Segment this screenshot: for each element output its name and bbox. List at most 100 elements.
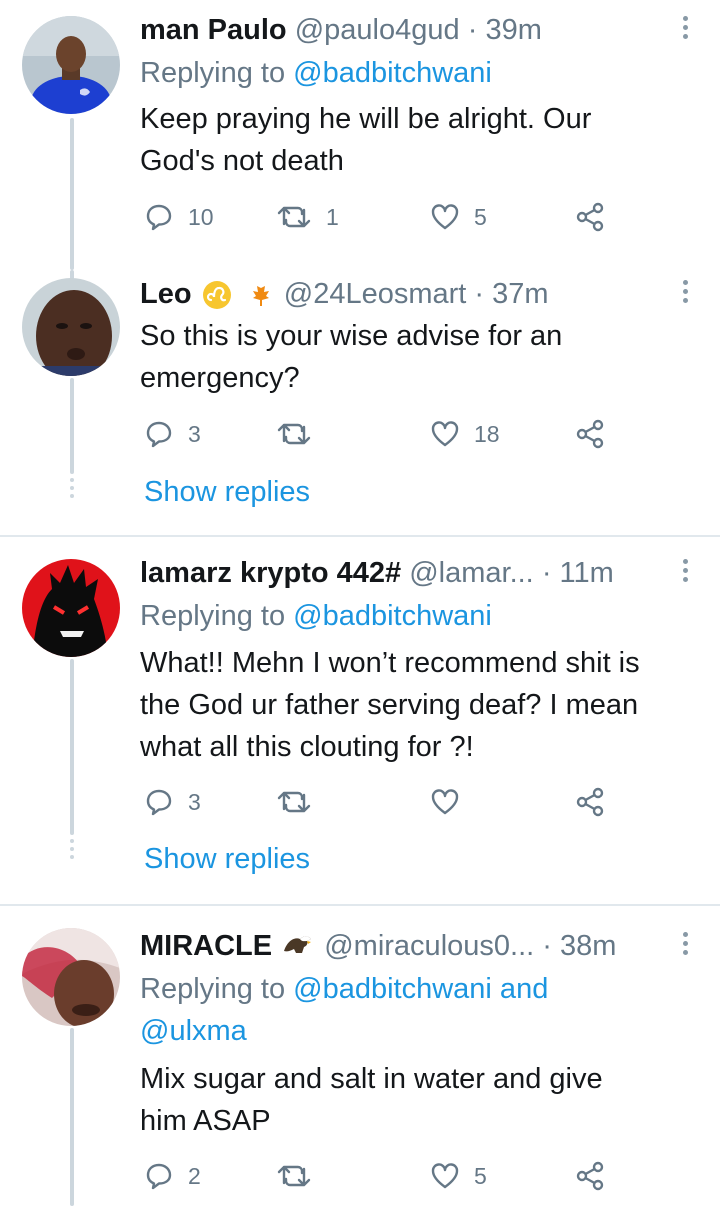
retweet-icon [277,1165,311,1187]
tweet-text-line: the God ur father serving deaf? I mean [140,689,639,721]
avatar-image [22,928,120,1026]
retweet-icon [277,206,311,228]
reply-button[interactable]: 10 [144,197,214,237]
reply-mention[interactable]: @badbitchwani and [293,973,548,1005]
tweet-actions: 2 5 [140,1156,620,1196]
reply-count: 3 [188,788,201,815]
show-replies-link[interactable]: Show replies [144,476,310,509]
retweet-button[interactable] [276,414,326,454]
like-button[interactable]: 5 [430,197,487,237]
tweet-actions: 3 [140,782,620,822]
reply-icon [146,789,172,816]
display-name[interactable]: man Paulo [140,14,287,46]
reply-mention[interactable]: @badbitchwani [293,57,492,89]
reply-mention[interactable]: @badbitchwani [293,600,492,632]
retweet-button[interactable]: 1 [276,197,339,237]
username[interactable]: @24Leosmart [284,278,467,310]
like-count: 5 [474,1162,487,1189]
thread-line [70,378,74,474]
share-button[interactable] [574,1156,606,1196]
avatar[interactable] [22,928,120,1026]
tweet-text-line: what all this clouting for ?! [140,731,474,763]
leo-zodiac-icon [202,281,231,310]
timestamp[interactable]: 38m [560,930,616,962]
avatar-image [22,16,120,114]
tweet[interactable]: lamarz krypto 442# @lamar... · 11m Reply… [0,537,720,905]
maple-leaf-icon [252,282,269,307]
tweet-actions: 10 1 5 [140,197,620,237]
heart-icon [431,789,459,815]
tweet-text-line: What!! Mehn I won’t recommend shit is [140,647,640,679]
retweet-icon [277,791,311,813]
heart-icon [431,1163,459,1189]
reply-context: @ulxma [140,1010,700,1052]
reply-prefix: Replying to [140,600,286,632]
tweet[interactable]: MIRACLE @miraculous0... · 38m Replying t… [0,906,720,1206]
tweet-text-line: God's not death [140,145,344,177]
separator: · [467,14,478,46]
separator: · [474,278,485,310]
display-name[interactable]: lamarz krypto 442# [140,557,401,589]
avatar[interactable] [22,559,120,657]
retweet-button[interactable] [276,782,326,822]
avatar[interactable] [22,278,120,376]
timestamp[interactable]: 11m [560,557,614,589]
thread-more-indicator [69,839,75,863]
share-button[interactable] [574,414,606,454]
avatar-image [22,559,120,657]
tweet-text-line: So this is your wise advise for an [140,320,563,352]
reply-button[interactable]: 3 [144,414,201,454]
like-button[interactable]: 18 [430,414,500,454]
more-options-icon[interactable] [678,932,692,962]
thread-line [70,659,74,835]
display-name[interactable]: MIRACLE [140,930,272,962]
username[interactable]: @miraculous0... [324,930,534,962]
share-button[interactable] [574,782,606,822]
share-icon [576,1161,604,1191]
share-button[interactable] [574,197,606,237]
like-button[interactable] [430,782,474,822]
reply-icon [146,421,172,448]
tweet-text-line: emergency? [140,362,300,394]
tweet-header: man Paulo @paulo4gud · 39m [140,10,672,50]
timestamp[interactable]: 37m [492,278,548,310]
more-options-icon[interactable] [678,280,692,310]
thread-line [70,118,74,270]
reply-icon [146,1163,172,1190]
retweet-button[interactable] [276,1156,326,1196]
like-button[interactable]: 5 [430,1156,487,1196]
reply-button[interactable]: 3 [144,782,201,822]
tweet-header: MIRACLE @miraculous0... · 38m [140,926,672,966]
timestamp[interactable]: 39m [485,14,541,46]
reply-prefix: Replying to [140,973,286,1005]
more-options-icon[interactable] [678,559,692,589]
avatar[interactable] [22,16,120,114]
display-name[interactable]: Leo [140,278,192,310]
show-replies-link[interactable]: Show replies [144,843,310,876]
share-icon [576,787,604,817]
reply-mention[interactable]: @ulxma [140,1015,247,1047]
tweet-text-line: Mix sugar and salt in water and give [140,1063,603,1095]
heart-icon [431,421,459,447]
username[interactable]: @paulo4gud [295,14,460,46]
reply-context: Replying to @badbitchwani [140,595,700,637]
reply-button[interactable]: 2 [144,1156,201,1196]
tweet-header: lamarz krypto 442# @lamar... · 11m [140,553,672,593]
tweet-text-line: Keep praying he will be alright. Our [140,103,592,135]
tweet-text-line: him ASAP [140,1105,271,1137]
reply-prefix: Replying to [140,57,286,89]
retweet-icon [277,423,311,445]
tweet[interactable]: Leo @24Leosmart · 37m So this is your wi… [0,270,720,536]
like-count: 5 [474,203,487,230]
tweet[interactable]: man Paulo @paulo4gud · 39m Replying to @… [0,0,720,270]
avatar-image [22,278,120,376]
username[interactable]: @lamar... [409,557,534,589]
more-options-icon[interactable] [678,16,692,46]
thread-line [70,1028,74,1206]
like-count: 18 [474,420,500,447]
tweet-actions: 3 18 [140,414,620,454]
eagle-icon [284,936,312,954]
tweet-header: Leo @24Leosmart · 37m [140,274,672,314]
reply-icon [146,204,172,231]
share-icon [576,419,604,449]
